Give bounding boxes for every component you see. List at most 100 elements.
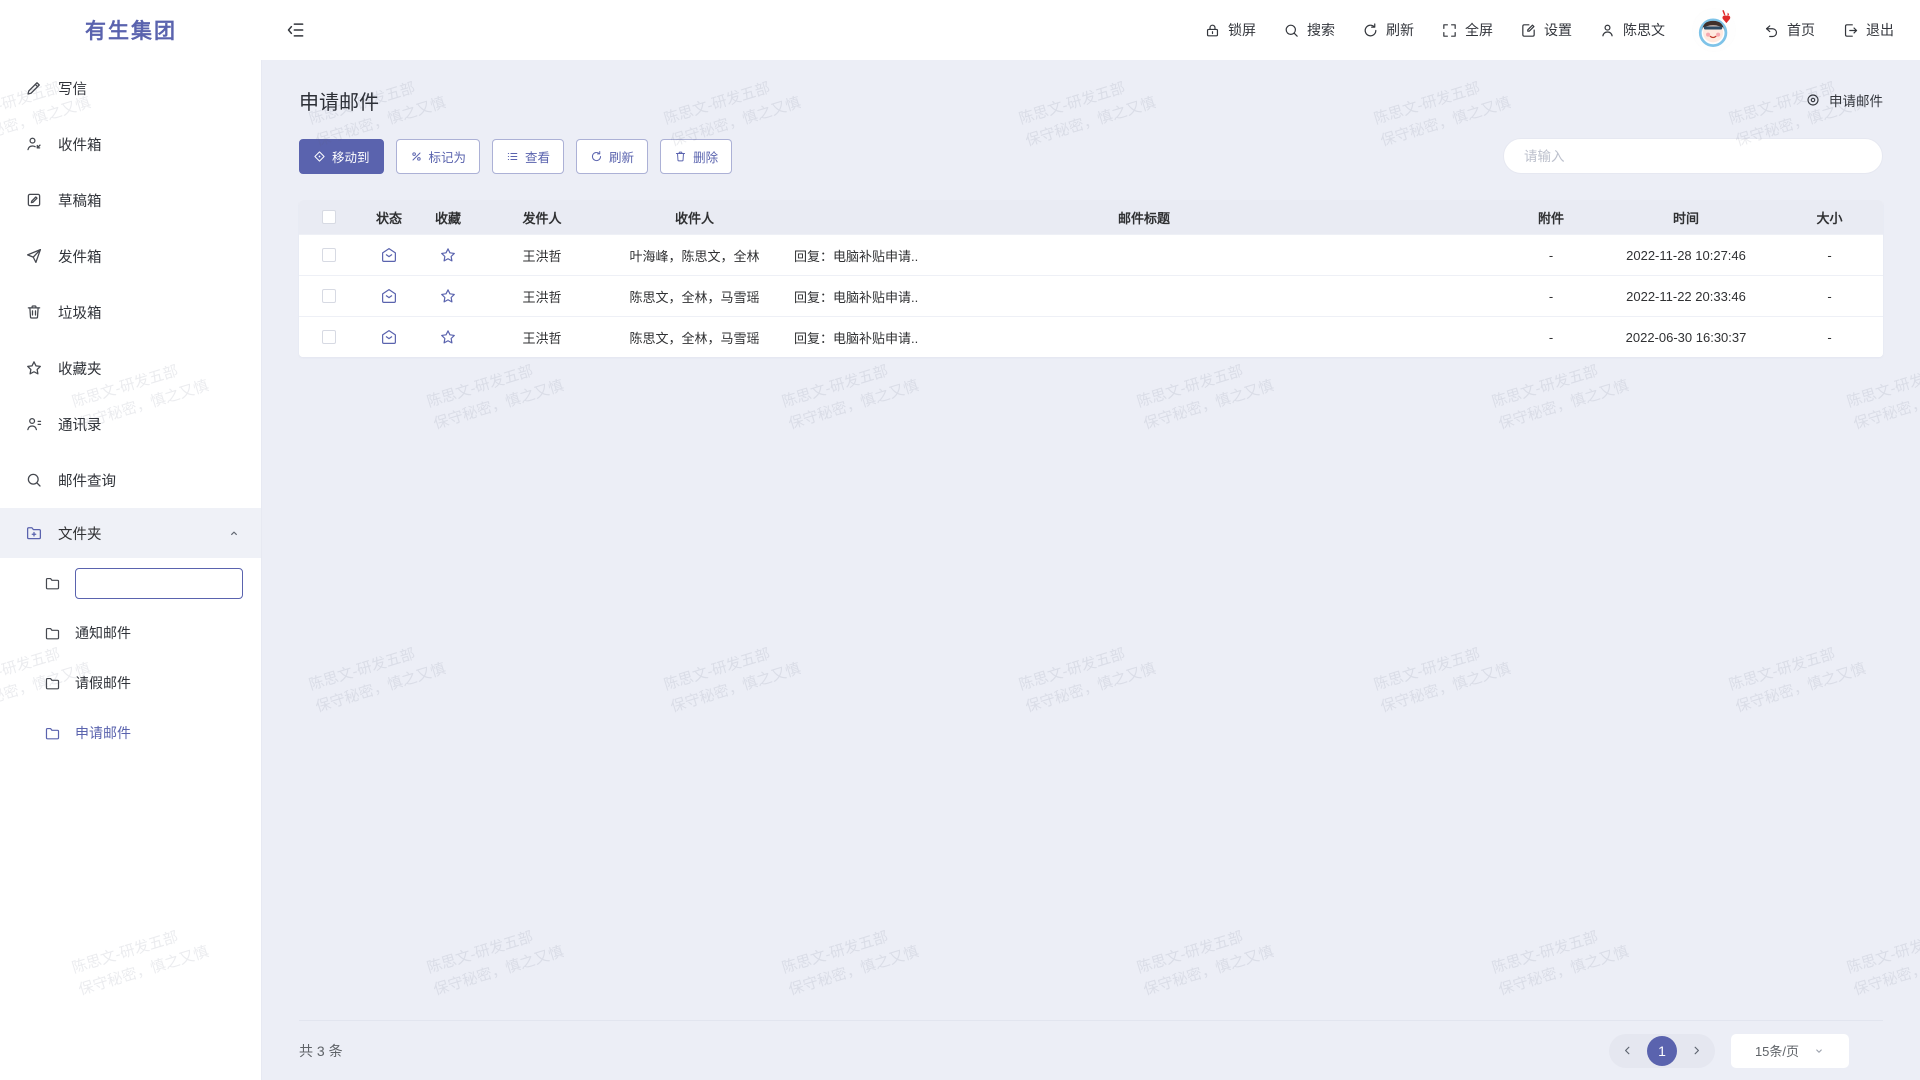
current-user[interactable]: 陈思文 <box>1599 20 1665 40</box>
new-folder-row <box>0 558 261 608</box>
mark-icon <box>410 150 423 163</box>
breadcrumb: 申请邮件 <box>1805 90 1883 110</box>
table-row[interactable]: 王洪哲 陈思文，全林，马雪瑶 回复：电脑补贴申请.. - 2022-06-30 … <box>299 316 1883 357</box>
view-button[interactable]: 查看 <box>492 139 564 174</box>
page-title: 申请邮件 <box>299 86 379 115</box>
chevron-up-icon[interactable] <box>227 526 241 540</box>
lock-screen-label: 锁屏 <box>1228 20 1256 40</box>
sidebar-item-drafts[interactable]: 草稿箱 <box>0 172 261 228</box>
settings-button[interactable]: 设置 <box>1520 20 1572 40</box>
page-number-button[interactable]: 1 <box>1647 1036 1677 1066</box>
favorite-star-icon[interactable] <box>419 328 477 346</box>
favorite-star-icon[interactable] <box>419 246 477 264</box>
sidebar-item-favorites[interactable]: 收藏夹 <box>0 340 261 396</box>
cell-subject[interactable]: 回复：电脑补贴申请.. <box>782 328 1506 347</box>
select-all-checkbox[interactable] <box>322 210 336 224</box>
mail-filter-input[interactable] <box>1503 138 1883 174</box>
sidebar-label: 写信 <box>58 78 87 99</box>
location-icon <box>1805 92 1821 108</box>
cell-attachment: - <box>1506 248 1596 263</box>
folder-item-notice[interactable]: 通知邮件 <box>0 608 261 658</box>
search-icon <box>1283 22 1300 39</box>
folder-label: 请假邮件 <box>75 673 131 693</box>
refresh-icon <box>590 150 603 163</box>
row-checkbox[interactable] <box>322 248 336 262</box>
cell-subject[interactable]: 回复：电脑补贴申请.. <box>782 246 1506 265</box>
mail-read-icon[interactable] <box>359 287 419 305</box>
button-label: 移动到 <box>332 147 370 166</box>
home-label: 首页 <box>1787 20 1815 40</box>
folders-header-label: 文件夹 <box>58 523 102 544</box>
pagination: 1 15条/页 <box>1609 1034 1849 1068</box>
col-time: 时间 <box>1596 208 1776 227</box>
logout-button[interactable]: 退出 <box>1842 20 1894 40</box>
compose-icon <box>25 79 43 97</box>
row-checkbox[interactable] <box>322 289 336 303</box>
folder-label: 申请邮件 <box>75 723 131 743</box>
cell-sender: 王洪哲 <box>477 287 607 306</box>
folder-item-leave[interactable]: 请假邮件 <box>0 658 261 708</box>
sidebar-label: 邮件查询 <box>58 470 116 491</box>
brand-logo: 有生集团 <box>0 15 262 45</box>
col-size: 大小 <box>1776 208 1883 227</box>
next-page-button[interactable] <box>1690 1044 1703 1057</box>
folder-item-apply[interactable]: 申请邮件 <box>0 708 261 758</box>
mail-read-icon[interactable] <box>359 246 419 264</box>
folder-label: 通知邮件 <box>75 623 131 643</box>
avatar[interactable] <box>1692 8 1736 52</box>
delete-button[interactable]: 删除 <box>660 139 732 174</box>
search-button[interactable]: 搜索 <box>1283 20 1335 40</box>
move-icon <box>313 150 326 163</box>
prev-page-button[interactable] <box>1621 1044 1634 1057</box>
button-label: 删除 <box>693 147 718 166</box>
chevron-down-icon <box>1813 1045 1825 1057</box>
favorite-star-icon[interactable] <box>419 287 477 305</box>
col-favorite: 收藏 <box>419 208 477 227</box>
star-icon <box>25 359 43 377</box>
home-button[interactable]: 首页 <box>1763 20 1815 40</box>
fullscreen-button[interactable]: 全屏 <box>1441 20 1493 40</box>
search-label: 搜索 <box>1307 20 1335 40</box>
lock-screen-button[interactable]: 锁屏 <box>1204 20 1256 40</box>
button-label: 刷新 <box>609 147 634 166</box>
col-attachment: 附件 <box>1506 208 1596 227</box>
cell-recipients: 陈思文，全林，马雪瑶 <box>607 328 782 347</box>
cell-subject[interactable]: 回复：电脑补贴申请.. <box>782 287 1506 306</box>
mark-as-button[interactable]: 标记为 <box>396 139 481 174</box>
logout-icon <box>1842 22 1859 39</box>
sent-icon <box>25 247 43 265</box>
page-size-select[interactable]: 15条/页 <box>1731 1034 1849 1068</box>
current-user-label: 陈思文 <box>1623 20 1665 40</box>
sidebar-item-contacts[interactable]: 通讯录 <box>0 396 261 452</box>
cell-recipients: 叶海峰，陈思文，全林 <box>607 246 782 265</box>
row-checkbox[interactable] <box>322 330 336 344</box>
delete-icon <box>674 150 687 163</box>
settings-icon <box>1520 22 1537 39</box>
new-folder-input[interactable] <box>75 568 243 599</box>
sidebar: 写信 收件箱 草稿箱 发件箱 垃圾箱 <box>0 60 262 1080</box>
sidebar-label: 收件箱 <box>58 134 102 155</box>
sidebar-item-folders[interactable]: 文件夹 <box>0 508 261 558</box>
move-to-button[interactable]: 移动到 <box>299 139 384 174</box>
sidebar-item-compose[interactable]: 写信 <box>0 60 261 116</box>
refresh-list-button[interactable]: 刷新 <box>576 139 648 174</box>
cell-size: - <box>1776 289 1883 304</box>
mail-search-icon <box>25 471 43 489</box>
col-recipients: 收件人 <box>607 208 782 227</box>
cell-size: - <box>1776 248 1883 263</box>
table-row[interactable]: 王洪哲 陈思文，全林，马雪瑶 回复：电脑补贴申请.. - 2022-11-22 … <box>299 275 1883 316</box>
refresh-button[interactable]: 刷新 <box>1362 20 1414 40</box>
button-label: 标记为 <box>429 147 467 166</box>
sidebar-item-trash[interactable]: 垃圾箱 <box>0 284 261 340</box>
sidebar-item-inbox[interactable]: 收件箱 <box>0 116 261 172</box>
col-subject: 邮件标题 <box>782 208 1506 227</box>
sidebar-item-mail-search[interactable]: 邮件查询 <box>0 452 261 508</box>
user-icon <box>1599 22 1616 39</box>
table-row[interactable]: 王洪哲 叶海峰，陈思文，全林 回复：电脑补贴申请.. - 2022-11-28 … <box>299 234 1883 275</box>
cell-time: 2022-11-28 10:27:46 <box>1596 248 1776 263</box>
sidebar-item-sent[interactable]: 发件箱 <box>0 228 261 284</box>
folder-icon <box>44 625 61 642</box>
sidebar-label: 草稿箱 <box>58 190 102 211</box>
mail-read-icon[interactable] <box>359 328 419 346</box>
sidebar-fold-icon[interactable] <box>286 20 306 40</box>
